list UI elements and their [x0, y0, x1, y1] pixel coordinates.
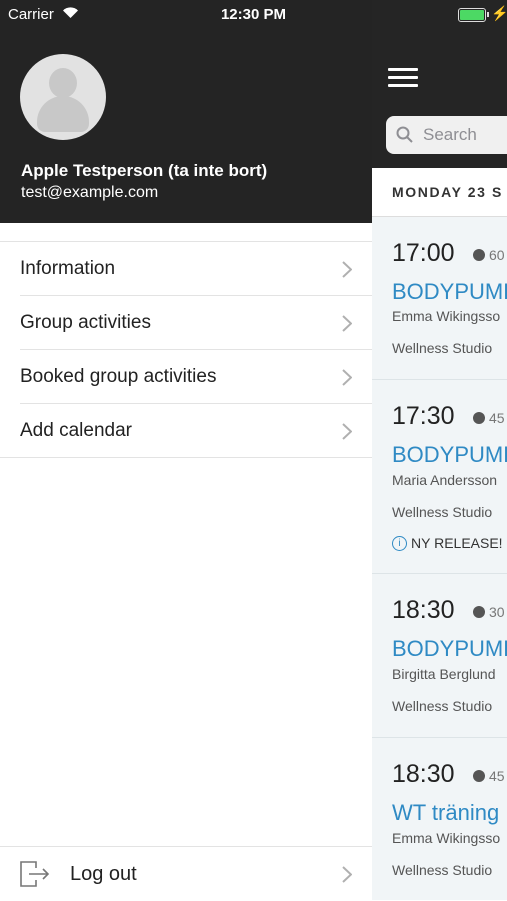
activity-location: Wellness Studio: [392, 698, 493, 714]
charging-icon: ⚡: [491, 5, 507, 21]
activity-location: Wellness Studio: [392, 862, 493, 878]
activity-time: 18:30: [392, 760, 455, 788]
activity-card[interactable]: 17:30 45 BODYPUMP Maria Andersson Wellne…: [372, 380, 507, 574]
profile-email: test@example.com: [21, 184, 159, 201]
chevron-right-icon: [342, 315, 352, 332]
day-header: MONDAY 23 S: [372, 168, 507, 217]
activity-duration: 45: [473, 768, 505, 784]
menu-item-information[interactable]: Information: [20, 242, 372, 296]
menu-item-label: Group activities: [20, 312, 151, 333]
activity-instructor: Emma Wikingsso: [392, 308, 501, 324]
activity-instructor: Emma Wikingsso: [392, 830, 501, 846]
avatar-body: [37, 96, 89, 132]
menu-icon[interactable]: [388, 68, 418, 88]
clock-icon: [473, 412, 485, 424]
activity-card[interactable]: 18:30 45 WT träning Emma Wikingsso Welln…: [372, 738, 507, 900]
status-bar: Carrier 12:30 PM ⚡: [0, 0, 507, 28]
activity-name: BODYPUMP: [392, 442, 507, 467]
clock-icon: [473, 606, 485, 618]
schedule-view: Search MONDAY 23 S 17:00 60 BODYPUMP Emm…: [372, 0, 507, 900]
search-icon: [396, 126, 413, 143]
chevron-right-icon: [342, 261, 352, 278]
chevron-right-icon: [342, 866, 352, 883]
activity-instructor: Birgitta Berglund: [392, 666, 496, 682]
side-menu: Apple Testperson (ta inte bort) test@exa…: [0, 0, 372, 900]
activity-name: WT träning: [392, 800, 500, 825]
info-icon: i: [392, 535, 407, 551]
profile-name: Apple Testperson (ta inte bort): [21, 161, 268, 180]
avatar: [20, 54, 106, 140]
menu-item-label: Information: [20, 258, 116, 279]
search-input[interactable]: Search: [386, 116, 507, 154]
avatar-head: [49, 68, 77, 98]
chevron-right-icon: [342, 423, 352, 440]
chevron-right-icon: [342, 369, 352, 386]
activity-card[interactable]: 18:30 30 BODYPUMP Birgitta Berglund Well…: [372, 574, 507, 738]
menu-item-label: Booked group activities: [20, 366, 217, 387]
clock-icon: [473, 770, 485, 782]
activity-duration: 45: [473, 410, 505, 426]
menu-item-add-calendar[interactable]: Add calendar: [0, 404, 372, 458]
menu-list: Information Group activities Booked grou…: [0, 241, 372, 458]
logout-icon: [20, 861, 50, 887]
activity-name: BODYPUMP: [392, 636, 507, 661]
menu-item-label: Add calendar: [20, 420, 132, 441]
activity-card[interactable]: 17:00 60 BODYPUMP Emma Wikingsso Wellnes…: [372, 217, 507, 380]
menu-item-group-activities[interactable]: Group activities: [20, 296, 372, 350]
search-placeholder: Search: [423, 125, 477, 144]
activity-duration: 60: [473, 247, 505, 263]
menu-item-booked-group-activities[interactable]: Booked group activities: [20, 350, 372, 404]
activity-time: 18:30: [392, 596, 455, 624]
status-time: 12:30 PM: [220, 6, 287, 23]
activity-location: Wellness Studio: [392, 504, 493, 520]
activity-instructor: Maria Andersson: [392, 472, 498, 488]
battery-icon: [458, 8, 489, 22]
activity-duration: 30: [473, 604, 505, 620]
logout-button[interactable]: Log out: [0, 846, 372, 901]
activity-name: BODYPUMP: [392, 279, 507, 304]
activity-time: 17:00: [392, 239, 455, 267]
activity-location: Wellness Studio: [392, 340, 493, 356]
profile-header: Apple Testperson (ta inte bort) test@exa…: [0, 0, 372, 223]
clock-icon: [473, 249, 485, 261]
day-header-label: MONDAY 23 S: [392, 184, 503, 200]
activity-time: 17:30: [392, 402, 455, 430]
activity-note: i NY RELEASE!: [392, 535, 503, 551]
logout-label: Log out: [70, 863, 137, 885]
